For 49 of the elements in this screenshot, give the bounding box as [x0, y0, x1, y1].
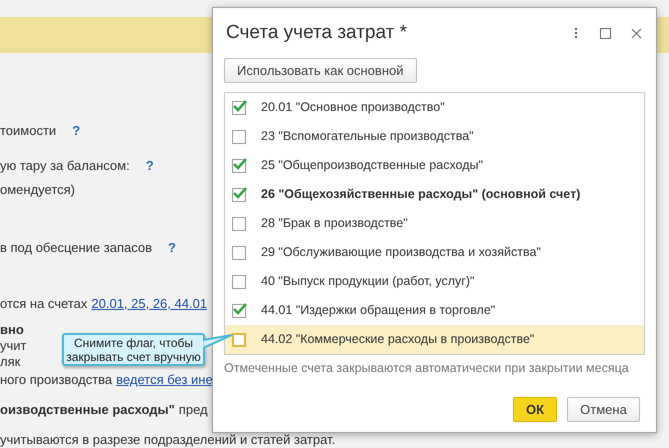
description-text: ую тару за балансом:: [0, 158, 130, 174]
account-label: 40 "Выпуск продукции (работ, услуг)": [261, 273, 474, 290]
account-label: 25 "Общепроизводственные расходы": [261, 157, 483, 174]
account-label: 20.01 "Основное производство": [261, 99, 445, 116]
checkbox[interactable]: [232, 158, 246, 172]
account-label: 29 "Обслуживающие производства и хозяйства": [261, 244, 541, 262]
checkbox[interactable]: [232, 130, 246, 144]
help-link[interactable]: ?: [168, 240, 176, 256]
checkbox[interactable]: [232, 246, 246, 260]
account-label: 28 "Брак в производстве": [261, 215, 408, 232]
link[interactable]: 20.01, 25, 26, 44.01: [91, 296, 208, 312]
checkmark-icon: [233, 302, 247, 314]
description-text: оизводственные расходы": [0, 402, 175, 418]
account-label: 23 "Вспомогательные производства": [261, 128, 474, 146]
use-as-main-button[interactable]: Использовать как основной: [224, 58, 416, 83]
checkbox[interactable]: [232, 216, 246, 230]
window-title: Счета учета затрат *: [226, 20, 408, 45]
account-row[interactable]: 44.02 "Коммерческие расходы в производстве": [225, 325, 644, 354]
description-text: вно: [0, 322, 24, 338]
help-link[interactable]: ?: [146, 158, 154, 174]
description-text: ляк: [0, 354, 20, 370]
checkbox[interactable]: [232, 304, 246, 318]
more-icon[interactable]: [574, 27, 578, 39]
description-text: омендуется): [0, 182, 75, 198]
account-label: 26 "Общехозяйственные расходы" (основной счет): [261, 186, 580, 204]
description-text: пред: [178, 402, 208, 418]
checkbox[interactable]: [232, 188, 246, 202]
link[interactable]: ведется без ине: [116, 372, 213, 388]
close-icon[interactable]: [631, 28, 642, 38]
description-text: учитываются в разрезе подразделений и статей затрат.: [0, 432, 336, 448]
checkmark-icon: [233, 186, 247, 198]
description-text: тоимости: [0, 123, 56, 139]
description-text: отся на счетах: [0, 296, 88, 312]
ok-button[interactable]: ОК: [513, 397, 557, 422]
checkbox[interactable]: [232, 100, 246, 114]
checkbox[interactable]: [232, 274, 246, 288]
description-text: ного производства: [0, 372, 112, 388]
account-label: 44.01 "Издержки обращения в торговле": [261, 302, 496, 320]
help-link[interactable]: ?: [72, 123, 80, 139]
cancel-button[interactable]: Отмена: [567, 397, 640, 422]
checkbox[interactable]: [232, 332, 246, 346]
note-text: Отмеченные счета закрываются автоматически при закрытии месяца: [224, 360, 630, 376]
tooltip-text: Снимите флаг, чтобы закрывать счет вручную: [65, 336, 202, 364]
checkmark-icon: [233, 158, 247, 170]
checkmark-icon: [233, 100, 247, 112]
description-text: в под обесцение запасов: [0, 240, 152, 256]
account-label: 44.02 "Коммерческие расходы в производстве": [261, 331, 534, 348]
maximize-icon[interactable]: [600, 28, 611, 38]
description-text: учит: [0, 338, 26, 354]
